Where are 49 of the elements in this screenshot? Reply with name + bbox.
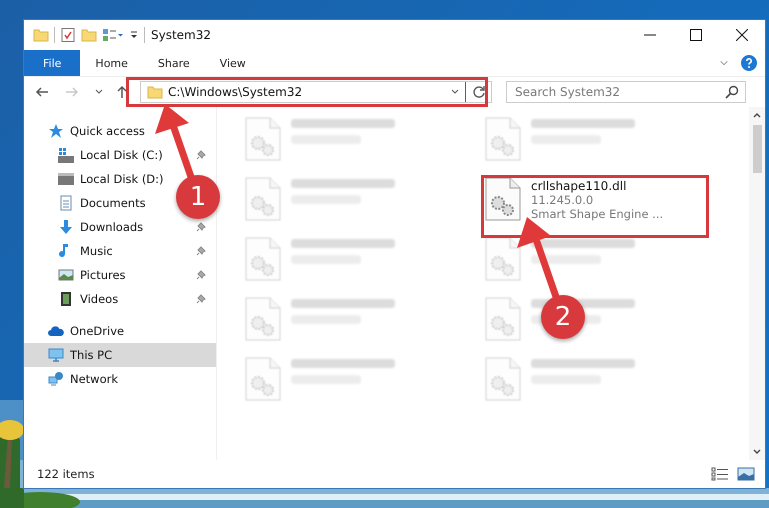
item-count: 122 items [37, 467, 95, 481]
properties-icon[interactable] [60, 27, 76, 43]
gear-file-icon[interactable] [485, 177, 521, 221]
network-icon [48, 371, 64, 387]
scrollbar[interactable] [749, 107, 765, 460]
search-field[interactable]: Search System32 [506, 81, 746, 103]
computer-icon [48, 347, 64, 363]
ribbon-tab[interactable]: Home [80, 50, 143, 76]
file-name[interactable]: crllshape110.dll [531, 179, 664, 193]
pictures-icon [58, 267, 74, 283]
sidebar-item[interactable]: Local Disk (D:) [80, 172, 164, 186]
step-number: 1 [176, 175, 220, 219]
documents-icon [58, 195, 74, 211]
sidebar-item[interactable]: Network [24, 367, 216, 391]
sidebar-item[interactable]: OneDrive [24, 319, 216, 343]
sidebar-item[interactable]: Music [80, 244, 113, 258]
sidebar-item[interactable]: Videos [80, 292, 118, 306]
file-detail: Smart Shape Engine ... [531, 207, 664, 221]
minimize-icon [644, 34, 656, 36]
expand-ribbon-icon[interactable] [719, 58, 729, 68]
file-detail: 11.245.0.0 [531, 193, 594, 207]
address-field[interactable]: C:\Windows\System32 [140, 81, 492, 103]
sidebar-item[interactable]: Quick access [24, 119, 216, 143]
maximize-icon [690, 29, 702, 41]
ribbon-tab[interactable]: View [204, 50, 261, 76]
view-options-icon[interactable] [102, 27, 124, 43]
scroll-thumb[interactable] [752, 125, 762, 173]
refresh-icon[interactable] [471, 84, 487, 100]
sidebar-item[interactable]: Pictures [80, 268, 126, 282]
search-icon[interactable] [724, 84, 740, 100]
step-number: 2 [541, 295, 585, 339]
folder-icon [147, 84, 163, 100]
drive-icon [58, 171, 74, 187]
help-icon[interactable] [741, 55, 757, 71]
window-title: System32 [151, 28, 212, 42]
videos-icon [58, 291, 74, 307]
star-icon [48, 123, 64, 139]
drive-windows-icon [58, 147, 74, 163]
sidebar-item[interactable]: Downloads [80, 220, 144, 234]
sidebar-item[interactable]: This PC [24, 343, 216, 367]
details-view-icon[interactable] [711, 467, 729, 481]
ribbon-tab[interactable]: Share [142, 50, 205, 76]
large-icons-view-icon[interactable] [737, 467, 755, 481]
downloads-icon [58, 219, 74, 235]
ribbon-tab[interactable]: File [24, 50, 80, 76]
sidebar-item[interactable]: Local Disk (C:) [80, 148, 163, 162]
customize-caret-icon[interactable] [129, 30, 139, 40]
close-icon [736, 29, 748, 41]
sidebar-item[interactable]: Documents [80, 196, 146, 210]
